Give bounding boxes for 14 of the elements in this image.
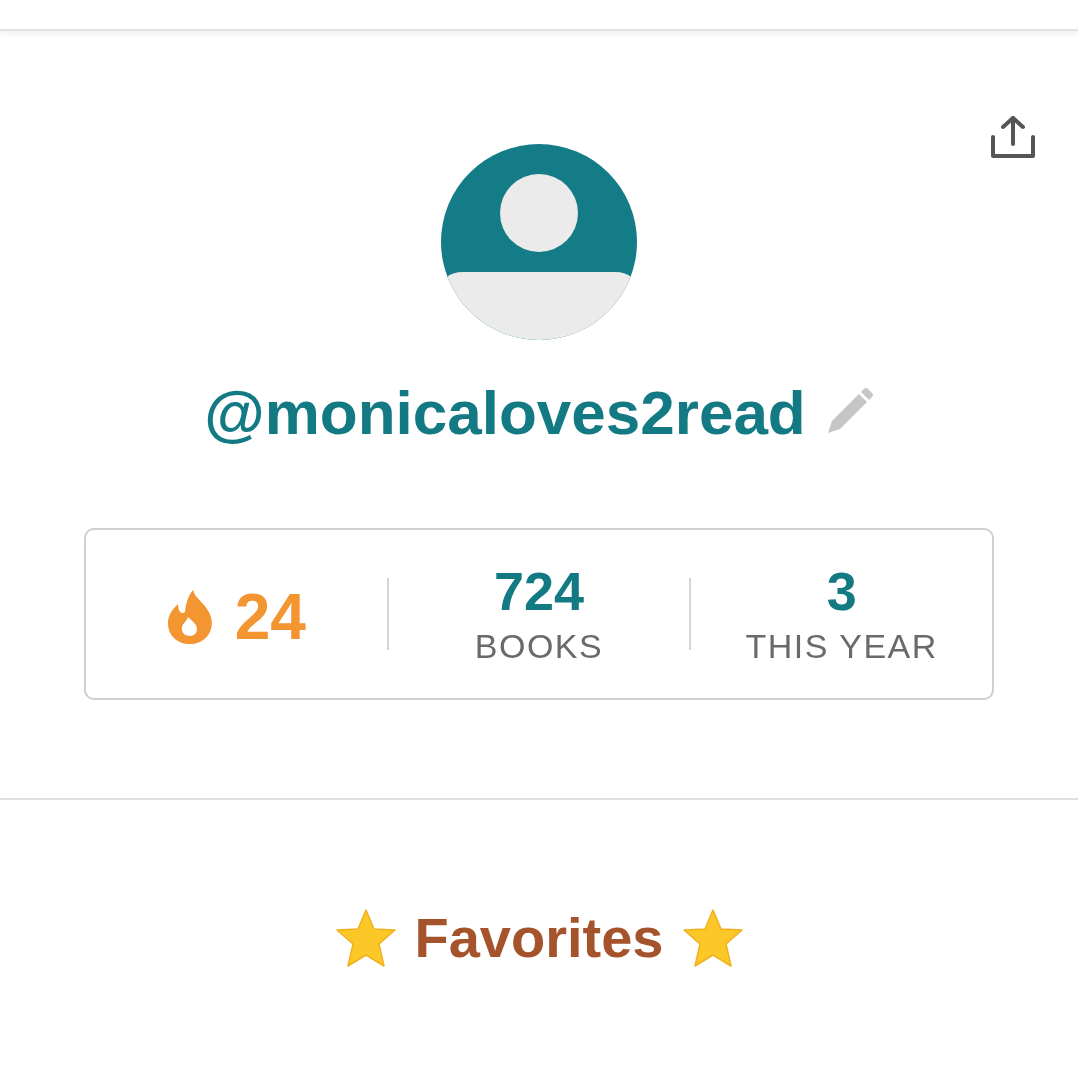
streak-count: 24 [234,582,306,653]
share-button[interactable] [990,115,1036,159]
share-icon [990,115,1036,159]
stat-label: BOOKS [474,625,604,667]
stat-value: 3 [826,562,857,622]
stat-label: THIS YEAR [745,625,938,667]
pencil-icon [825,387,874,436]
favorites-heading: Favorites [414,905,664,972]
star-icon [334,908,397,968]
stat-value: 724 [493,562,585,622]
username: @monicaloves2read [204,377,806,449]
avatar-icon [441,144,637,340]
flame-icon [166,590,213,645]
star-icon [681,908,744,968]
